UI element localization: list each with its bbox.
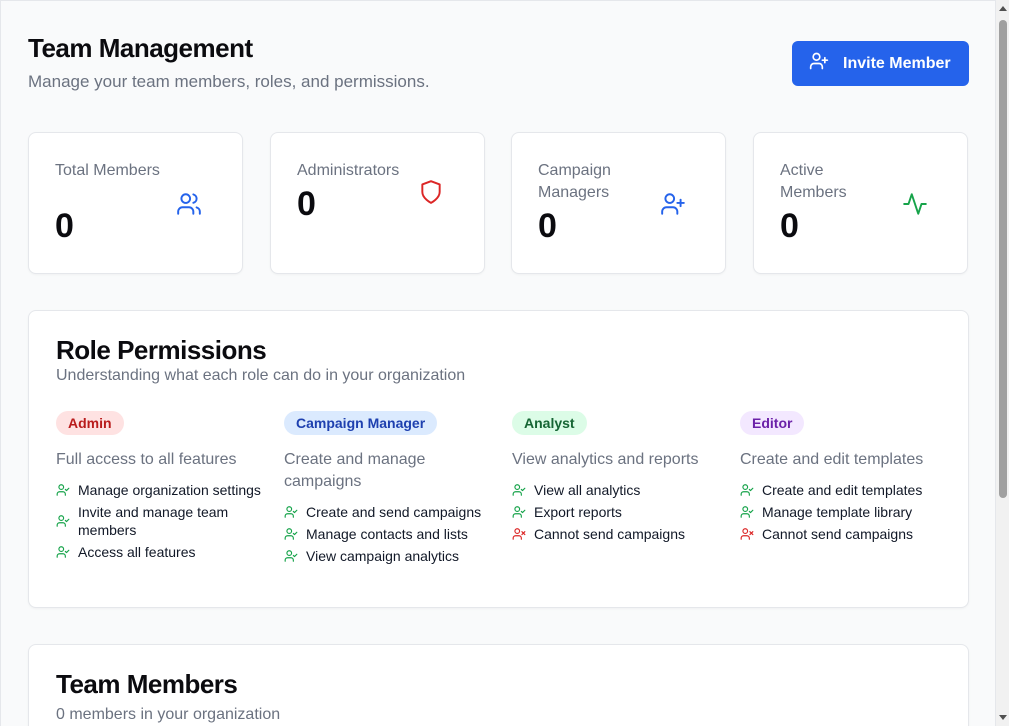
- stat-card-total-members: Total Members 0: [28, 132, 243, 274]
- page-title: Team Management: [28, 33, 253, 63]
- permission-item: Manage contacts and lists: [284, 525, 494, 543]
- permission-text: Cannot send campaigns: [534, 526, 685, 542]
- stat-value: 0: [55, 207, 74, 245]
- user-x-icon: [512, 528, 526, 540]
- user-plus-icon: [660, 191, 686, 217]
- user-check-icon: [512, 506, 526, 518]
- user-check-icon: [56, 515, 70, 527]
- shield-icon: [418, 179, 444, 205]
- permission-item: Invite and manage team members: [56, 503, 266, 539]
- role-description: Create and edit templates: [740, 451, 924, 468]
- permission-text: Manage organization settings: [78, 482, 261, 498]
- page-subtitle: Manage your team members, roles, and per…: [28, 72, 430, 91]
- vertical-scrollbar[interactable]: [995, 0, 1009, 726]
- activity-icon: [902, 191, 928, 217]
- permission-item: Access all features: [56, 543, 266, 561]
- permission-text: View all analytics: [534, 482, 641, 498]
- role-description: View analytics and reports: [512, 451, 699, 468]
- permission-text: Export reports: [534, 504, 622, 520]
- scroll-thumb[interactable]: [999, 20, 1007, 498]
- stat-label: Campaign Managers: [538, 162, 611, 201]
- user-check-icon: [284, 506, 298, 518]
- team-members-card: Team Members 0 members in your organizat…: [28, 644, 969, 726]
- permission-item: Cannot send campaigns: [740, 525, 950, 543]
- role-column-campaign-manager: Campaign Manager Create and manage campa…: [284, 411, 494, 569]
- role-badge-campaign-manager: Campaign Manager: [284, 411, 438, 435]
- users-icon: [176, 191, 202, 217]
- role-column-admin: Admin Full access to all features Manage…: [56, 411, 266, 565]
- role-column-editor: Editor Create and edit templates Create …: [740, 411, 950, 547]
- main-viewport: Team Management Manage your team members…: [0, 0, 995, 726]
- permission-text: Create and send campaigns: [306, 504, 482, 520]
- stat-value: 0: [538, 207, 557, 245]
- role-permissions-subtitle: Understanding what each role can do in y…: [56, 367, 466, 384]
- permission-list: View all analytics Export reports Cannot…: [512, 481, 722, 543]
- permission-text: Invite and manage team members: [78, 504, 229, 538]
- stat-card-active-members: Active Members 0: [753, 132, 968, 274]
- role-permissions-card: Role Permissions Understanding what each…: [28, 310, 969, 608]
- team-members-title: Team Members: [56, 669, 238, 699]
- permission-item: Cannot send campaigns: [512, 525, 722, 543]
- user-plus-icon: [809, 51, 829, 76]
- stat-card-campaign-managers: Campaign Managers 0: [511, 132, 726, 274]
- stat-value: 0: [780, 207, 799, 245]
- role-badge-admin: Admin: [56, 411, 124, 435]
- user-check-icon: [284, 550, 298, 562]
- stat-card-administrators: Administrators 0: [270, 132, 485, 274]
- role-description: Create and manage campaigns: [284, 451, 426, 490]
- permission-item: View all analytics: [512, 481, 722, 499]
- permission-text: Manage contacts and lists: [306, 526, 468, 542]
- scroll-down-arrow-icon[interactable]: [999, 715, 1007, 720]
- permission-text: Access all features: [78, 544, 196, 560]
- user-check-icon: [512, 484, 526, 496]
- permission-item: Create and send campaigns: [284, 503, 494, 521]
- invite-member-label: Invite Member: [843, 54, 951, 72]
- role-badge-editor: Editor: [740, 411, 805, 435]
- stat-label: Administrators: [297, 162, 400, 179]
- role-permissions-title: Role Permissions: [56, 335, 267, 365]
- permission-item: Manage template library: [740, 503, 950, 521]
- scroll-up-arrow-icon[interactable]: [999, 6, 1007, 11]
- stat-label: Active Members: [780, 162, 847, 201]
- user-x-icon: [740, 528, 754, 540]
- role-description: Full access to all features: [56, 451, 237, 468]
- permission-item: Export reports: [512, 503, 722, 521]
- permission-item: Create and edit templates: [740, 481, 950, 499]
- user-check-icon: [56, 484, 70, 496]
- permission-list: Create and send campaigns Manage contact…: [284, 503, 494, 565]
- user-check-icon: [284, 528, 298, 540]
- stat-label: Total Members: [55, 162, 160, 179]
- invite-member-button[interactable]: Invite Member: [792, 41, 969, 86]
- permission-list: Manage organization settings Invite and …: [56, 481, 266, 561]
- permission-item: Manage organization settings: [56, 481, 266, 499]
- permission-list: Create and edit templates Manage templat…: [740, 481, 950, 543]
- stat-value: 0: [297, 185, 316, 223]
- user-check-icon: [740, 506, 754, 518]
- role-column-analyst: Analyst View analytics and reports View …: [512, 411, 722, 547]
- team-members-subtitle: 0 members in your organization: [56, 706, 281, 723]
- permission-text: Create and edit templates: [762, 482, 923, 498]
- user-check-icon: [740, 484, 754, 496]
- role-badge-analyst: Analyst: [512, 411, 587, 435]
- permission-text: Manage template library: [762, 504, 913, 520]
- permission-item: View campaign analytics: [284, 547, 494, 565]
- permission-text: Cannot send campaigns: [762, 526, 913, 542]
- user-check-icon: [56, 546, 70, 558]
- permission-text: View campaign analytics: [306, 548, 460, 564]
